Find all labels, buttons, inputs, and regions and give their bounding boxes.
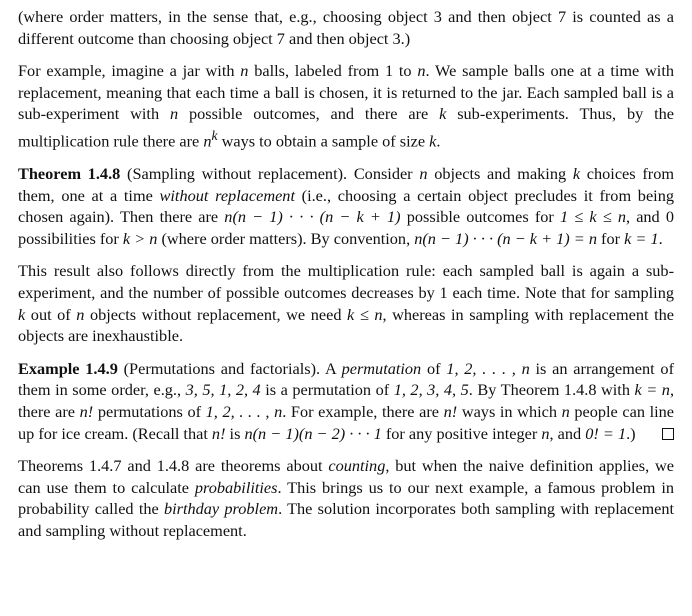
emphasis: without replacement [159, 185, 295, 205]
math: n(n − 1) · · · (n − k + 1) [224, 207, 401, 227]
math: n! [79, 401, 94, 421]
qed-square-icon [662, 427, 674, 440]
text: for [596, 228, 625, 248]
text: (where order matters, in the sense that,… [18, 7, 674, 48]
math: n(n − 1)(n − 2) · · · 1 [244, 423, 382, 443]
math: n! [443, 401, 458, 421]
example-1-4-9: Example 1.4.9 (Permutations and factoria… [18, 358, 674, 444]
math: k > n [122, 228, 158, 248]
text: objects and making [427, 163, 573, 183]
text: . By Theorem 1.4.8 with [468, 380, 635, 400]
text: . For example, there are [282, 401, 444, 421]
paragraph-continuation: (where order matters, in the sense that,… [18, 6, 674, 49]
text: (where order matters). By convention, [157, 228, 415, 248]
emphasis: permutation [341, 358, 422, 378]
text: for any positive integer [381, 423, 542, 443]
math: 3, 5, 1, 2, 4 [185, 380, 261, 400]
text: out of [25, 304, 77, 324]
theorem-1-4-8: Theorem 1.4.8 (Sampling without replacem… [18, 163, 674, 249]
paragraph-multiplication-rule: This result also follows directly from t… [18, 260, 674, 346]
text: .) [626, 423, 636, 443]
text: ways in which [457, 401, 562, 421]
text: balls, labeled from 1 to [248, 61, 418, 81]
text: objects without replacement, we need [84, 304, 348, 324]
math: n [561, 401, 570, 421]
emphasis: counting [328, 456, 386, 476]
text: , and [549, 423, 586, 443]
math: n [169, 104, 179, 124]
text: Consider [347, 163, 420, 183]
math: k ≤ n [347, 304, 383, 324]
paragraph-jar-example: For example, imagine a jar with n balls,… [18, 60, 674, 152]
math: 1, 2, 3, 4, 5 [393, 380, 469, 400]
math: n! [211, 423, 226, 443]
math: n [541, 423, 550, 443]
text: permutations of [93, 401, 206, 421]
text: For example, imagine a jar with [18, 61, 241, 81]
theorem-title: (Sampling without replacement). [120, 163, 348, 183]
text: . [436, 131, 441, 151]
math: n(n − 1) · · · (n − k + 1) = n [414, 228, 597, 248]
example-label: Example 1.4.9 [18, 358, 118, 378]
theorem-label: Theorem 1.4.8 [18, 163, 121, 183]
text: A [320, 358, 342, 378]
text: ways to obtain a sample of size [217, 131, 430, 151]
example-title: (Permutations and factorials). [117, 358, 321, 378]
text: Theorems 1.4.7 and 1.4.8 are theorems ab… [18, 456, 329, 476]
math: 1, 2, . . . , n [446, 358, 530, 378]
text: is a permutation of [260, 380, 394, 400]
text: . [658, 228, 663, 248]
math: k = 1 [624, 228, 659, 248]
document-page: (where order matters, in the sense that,… [0, 0, 692, 616]
math: 0! = 1 [585, 423, 627, 443]
math: n [417, 61, 426, 81]
emphasis: birthday problem [163, 499, 279, 519]
text: is [225, 423, 245, 443]
text: This result also follows directly from t… [18, 261, 674, 302]
math: 1 ≤ k ≤ n [559, 207, 626, 227]
math: k = n [634, 380, 670, 400]
emphasis: probabilities [194, 477, 278, 497]
text: possible outcomes, and there are [178, 104, 440, 124]
paragraph-birthday-intro: Theorems 1.4.7 and 1.4.8 are theorems ab… [18, 455, 674, 541]
math: k [572, 163, 581, 183]
text: possible outcomes for [400, 207, 560, 227]
math: 1, 2, . . . , n [205, 401, 283, 421]
text: of [421, 358, 447, 378]
math: n [203, 131, 212, 151]
